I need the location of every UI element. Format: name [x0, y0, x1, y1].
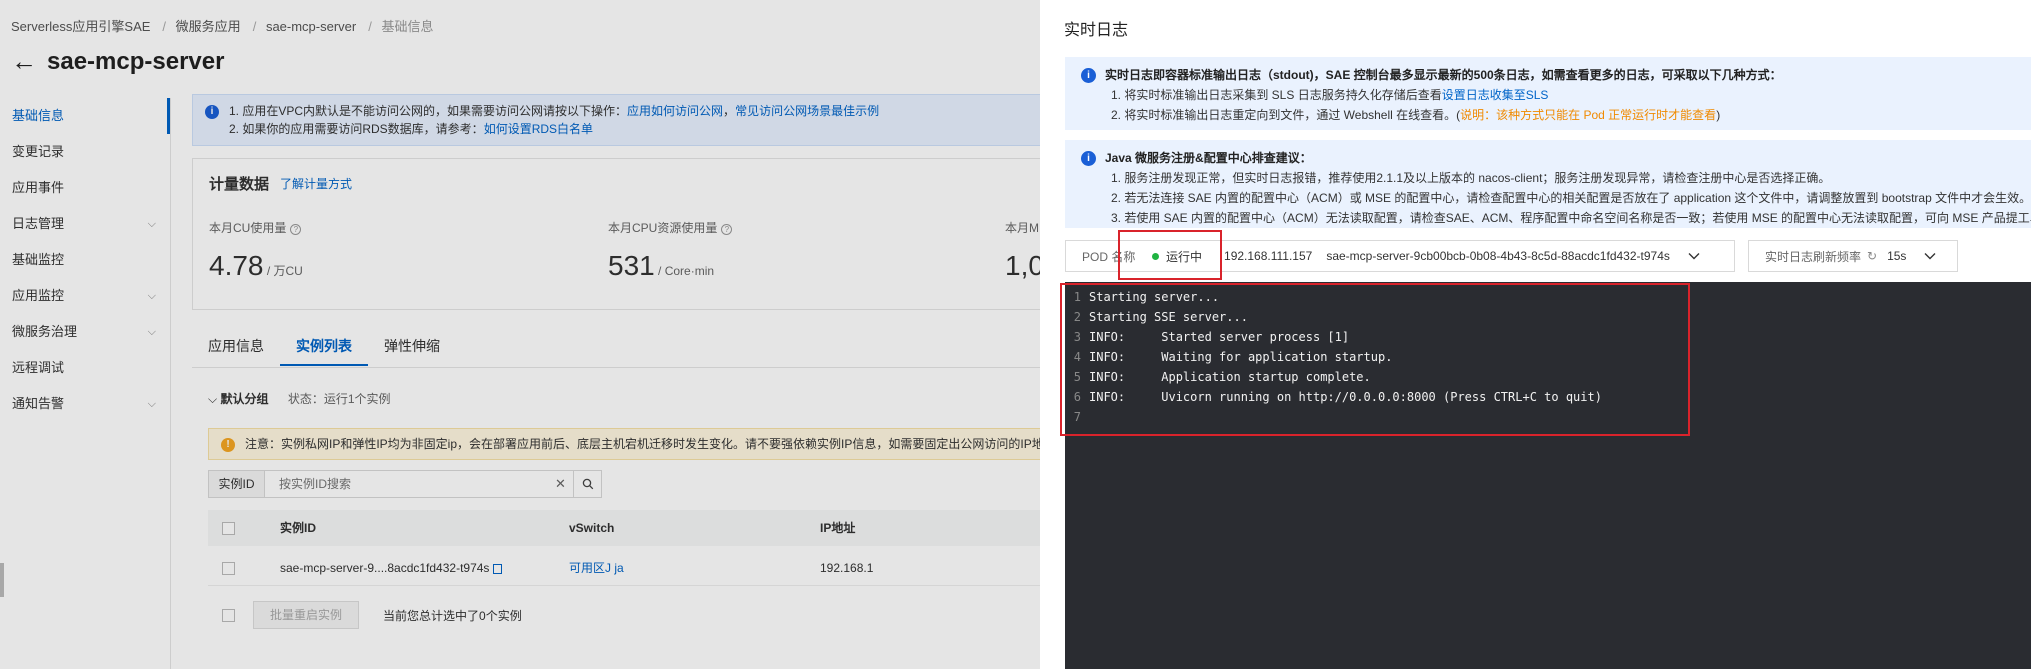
refresh-icon: ↻ [1867, 249, 1878, 263]
link-sls-collection[interactable]: 设置日志收集至SLS [1442, 88, 1549, 102]
pod-name: sae-mcp-server-9cb00bcb-0b08-4b43-8c5d-8… [1326, 249, 1670, 263]
alert-text: 1. 将实时标准输出日志采集到 SLS 日志服务持久化存储后查看 [1111, 88, 1442, 102]
chevron-down-icon [1924, 253, 1936, 260]
alert-text: 1. 服务注册发现正常，但实时日志报错，推荐使用2.1.1及以上版本的 naco… [1111, 171, 1831, 185]
info-icon: i [1081, 151, 1096, 166]
log-info-alert: i 实时日志即容器标准输出日志（stdout)，SAE 控制台最多显示最新的50… [1065, 57, 2031, 130]
realtime-log-drawer: 实时日志 i 实时日志即容器标准输出日志（stdout)，SAE 控制台最多显示… [1040, 0, 2031, 669]
modal-overlay[interactable] [0, 0, 1040, 669]
pod-ip: 192.168.111.157 [1224, 249, 1313, 263]
alert-text: 2. 若无法连接 SAE 内置的配置中心（ACM）或 MSE 的配置中心，请检查… [1111, 191, 2031, 205]
chevron-down-icon [1688, 253, 1700, 260]
alert-heading: 实时日志即容器标准输出日志（stdout)，SAE 控制台最多显示最新的500条… [1105, 68, 1782, 82]
alert-note: 说明：该种方式只能在 Pod 正常运行时才能查看 [1460, 108, 1717, 122]
status-highlight-box [1118, 230, 1222, 280]
alert-text: ) [1716, 108, 1721, 122]
drawer-title: 实时日志 [1064, 22, 1129, 39]
log-highlight-box [1060, 283, 1690, 436]
info-icon: i [1081, 68, 1096, 83]
java-troubleshoot-alert: i Java 微服务注册&配置中心排查建议： 1. 服务注册发现正常，但实时日志… [1065, 140, 2031, 228]
app-console-background: Serverless应用引擎SAE / 微服务应用 / sae-mcp-server… [0, 0, 1040, 669]
alert-heading: Java 微服务注册&配置中心排查建议： [1105, 151, 1312, 165]
refresh-rate-select[interactable]: 实时日志刷新频率 ↻ 15s [1748, 240, 1958, 272]
alert-text: 3. 若使用 SAE 内置的配置中心（ACM）无法读取配置，请检查SAE、ACM… [1111, 211, 2031, 225]
refresh-label: 实时日志刷新频率 [1765, 249, 1862, 264]
refresh-value: 15s [1887, 249, 1907, 263]
alert-text: 2. 将实时标准输出日志重定向到文件，通过 Webshell 在线查看。( [1111, 108, 1461, 122]
